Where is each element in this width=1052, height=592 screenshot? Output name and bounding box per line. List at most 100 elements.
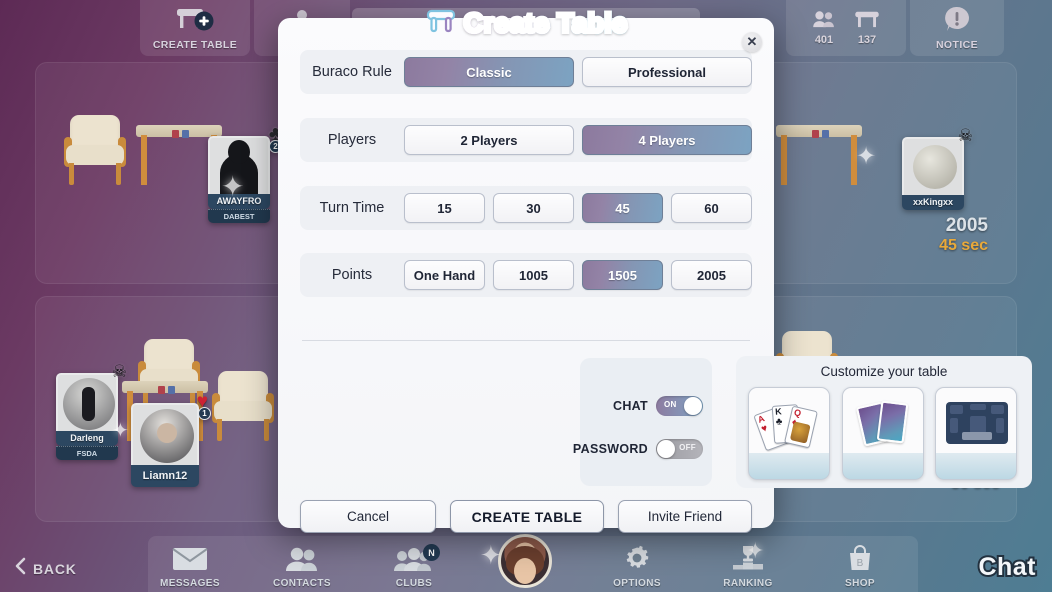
option-points-one-hand[interactable]: One Hand: [404, 260, 485, 290]
row-players-label: Players: [327, 132, 377, 148]
chair[interactable]: [64, 115, 126, 185]
table-turn-time: 45 sec: [939, 237, 988, 254]
toggle-panel: CHAT ON PASSWORD OFF: [573, 358, 712, 486]
customize-card-faces[interactable]: A ♥ K ♣ Q ♦: [748, 387, 830, 480]
svg-text:B: B: [857, 558, 864, 569]
users-icon: [284, 546, 320, 577]
notice-button[interactable]: NOTICE: [910, 0, 1004, 56]
gear-icon: [622, 544, 652, 577]
nav-item-ranking[interactable]: RANKING: [700, 544, 796, 589]
notice-label: NOTICE: [935, 38, 979, 51]
bottom-nav-bar: BACK MESSAGES CONTACTS N CLUBS ✦ OPTIONS…: [0, 534, 1052, 592]
nav-label-messages: MESSAGES: [160, 578, 220, 589]
option-professional[interactable]: Professional: [582, 57, 752, 87]
nav-label-shop: SHOP: [845, 578, 875, 589]
avatar: [56, 373, 118, 431]
nav-item-options[interactable]: OPTIONS: [589, 544, 685, 589]
skull-icon: ☠: [957, 126, 973, 145]
player-club: DABEST: [208, 208, 270, 223]
player-club: FSDA: [56, 445, 118, 460]
section-divider: [302, 340, 750, 341]
nav-label-clubs: CLUBS: [395, 578, 433, 589]
password-toggle-row: PASSWORD OFF: [573, 439, 703, 459]
card-back: [876, 400, 909, 444]
avatar: [208, 136, 270, 194]
player-card[interactable]: ♣ 2 AWAYFRO DABEST: [208, 124, 282, 223]
row-players: Players 2 Players 4 Players: [300, 118, 752, 162]
option-turn-30[interactable]: 30: [493, 193, 574, 223]
trophy-podium-icon: [730, 544, 766, 577]
table-info: 2005 45 sec: [939, 215, 988, 255]
player-card[interactable]: ♥ 1 Liamn12: [131, 392, 211, 488]
chevron-left-icon: [14, 557, 26, 580]
back-button[interactable]: BACK: [14, 557, 77, 580]
clubs-badge: N: [423, 544, 440, 561]
player-card[interactable]: ☠ xxKingxx: [902, 127, 973, 210]
avatar: [902, 137, 964, 195]
nav-item-clubs[interactable]: N CLUBS: [366, 544, 462, 589]
table-plus-icon: [173, 6, 217, 37]
create-table-button[interactable]: CREATE TABLE: [450, 500, 604, 533]
option-points-1505[interactable]: 1505: [582, 260, 663, 290]
skull-icon: ☠: [111, 362, 127, 381]
back-label: BACK: [33, 560, 77, 577]
option-4-players[interactable]: 4 Players: [582, 125, 752, 155]
create-table-dialog: Create Table ✕ Buraco Rule Classic Profe…: [278, 6, 1032, 533]
chat-toggle-label: CHAT: [613, 399, 648, 413]
lobby-table[interactable]: [776, 125, 862, 187]
row-buraco-rule: Buraco Rule Classic Professional: [300, 50, 752, 94]
row-turn-time-label: Turn Time: [319, 200, 385, 216]
player-name: Liamn12: [131, 465, 199, 488]
shopping-bag-icon: B: [847, 544, 873, 577]
cancel-button[interactable]: Cancel: [300, 500, 436, 533]
player-card[interactable]: ☠ Darleng FSDA: [56, 363, 127, 460]
customize-card-backs[interactable]: [842, 387, 924, 480]
online-users-count: 401: [814, 34, 834, 46]
customize-table-layout[interactable]: [935, 387, 1017, 480]
invite-friend-button[interactable]: Invite Friend: [618, 500, 752, 533]
row-points: Points One Hand 1005 1505 2005: [300, 253, 752, 297]
game-lobby-screen: ♣ 2 AWAYFRO DABEST ☠ xxKingxx 2005 45 se…: [0, 0, 1052, 592]
customize-panel: Customize your table A ♥ K ♣ Q ♦: [736, 356, 1032, 488]
row-turn-time: Turn Time 15 30 45 60: [300, 186, 752, 230]
chair[interactable]: [212, 371, 274, 441]
chat-toggle-state: ON: [664, 400, 677, 409]
option-2-players[interactable]: 2 Players: [404, 125, 574, 155]
avatar-face: [514, 558, 536, 585]
avatar: [131, 403, 199, 465]
option-turn-60[interactable]: 60: [671, 193, 752, 223]
password-toggle-label: PASSWORD: [572, 442, 648, 456]
option-points-2005[interactable]: 2005: [671, 260, 752, 290]
toggle-knob: [684, 397, 702, 415]
open-tables-count: 137: [857, 34, 877, 46]
envelope-icon: [172, 546, 208, 577]
card-rank: K: [774, 406, 782, 417]
chat-toggle-row: CHAT ON: [613, 396, 703, 416]
profile-avatar[interactable]: [498, 534, 552, 588]
option-turn-15[interactable]: 15: [404, 193, 485, 223]
nav-label-options: OPTIONS: [613, 578, 661, 589]
nav-item-contacts[interactable]: CONTACTS: [254, 546, 350, 589]
close-icon[interactable]: ✕: [742, 32, 762, 52]
open-tables-stat: 137: [854, 10, 880, 46]
player-name: AWAYFRO: [208, 194, 270, 209]
nav-item-messages[interactable]: MESSAGES: [142, 546, 238, 589]
online-users-stat: 401: [812, 10, 836, 46]
chat-toggle[interactable]: ON: [656, 396, 703, 416]
table-points: 2005: [945, 215, 988, 236]
row-points-label: Points: [331, 267, 373, 283]
player-name: xxKingxx: [902, 195, 964, 210]
toggle-knob: [657, 440, 675, 458]
option-points-1005[interactable]: 1005: [493, 260, 574, 290]
option-classic[interactable]: Classic: [404, 57, 574, 87]
nav-item-shop[interactable]: B SHOP: [812, 544, 908, 589]
password-toggle[interactable]: OFF: [656, 439, 703, 459]
create-table-top-label: CREATE TABLE: [152, 38, 238, 51]
notice-bubble-icon: [943, 6, 971, 37]
player-name: Darleng: [56, 431, 118, 446]
customize-title: Customize your table: [820, 364, 948, 379]
chat-button[interactable]: Chat: [976, 551, 1037, 583]
create-table-top-button[interactable]: CREATE TABLE: [140, 0, 250, 56]
option-turn-45[interactable]: 45: [582, 193, 663, 223]
nav-label-ranking: RANKING: [723, 578, 773, 589]
